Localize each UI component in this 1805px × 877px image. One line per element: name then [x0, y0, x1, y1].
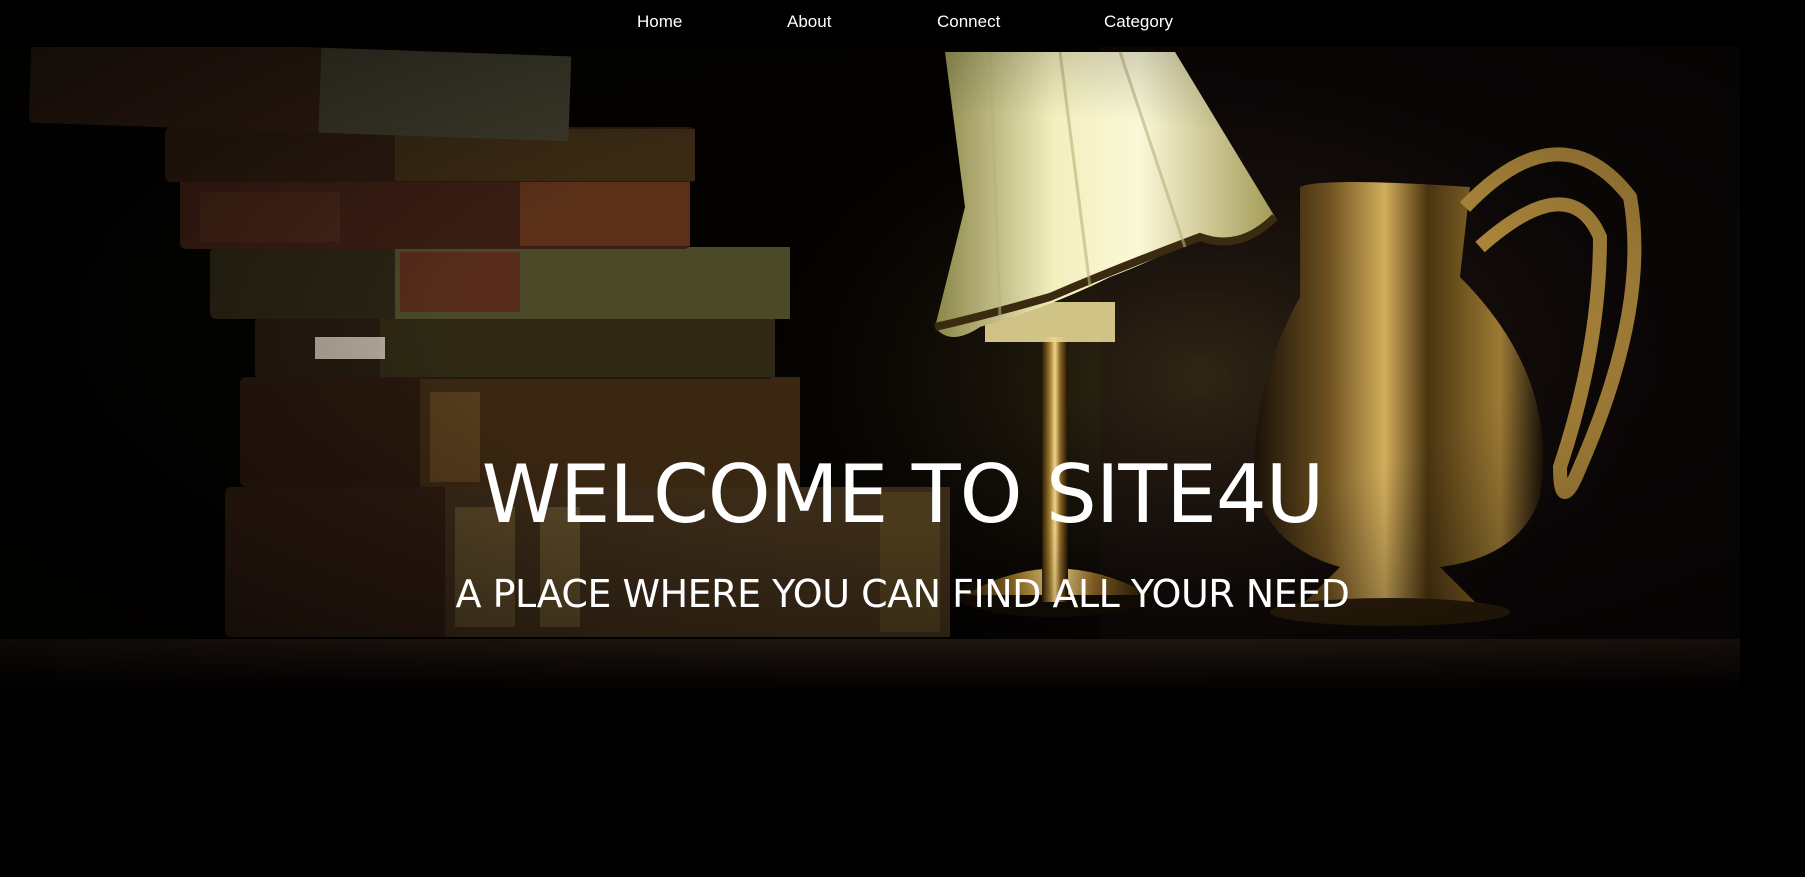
landing-page: Home About Connect Category WELCOME TO S… — [0, 0, 1805, 877]
hero-subtitle: A PLACE WHERE YOU CAN FIND ALL YOUR NEED — [455, 572, 1350, 616]
top-nav: Home About Connect Category — [0, 0, 1805, 47]
hero-title: WELCOME TO SITE4U — [481, 448, 1325, 541]
nav-connect-link[interactable]: Connect — [937, 12, 1000, 32]
nav-about-link[interactable]: About — [787, 12, 831, 32]
hero-background-image — [0, 47, 1805, 737]
nav-home-link[interactable]: Home — [637, 12, 682, 32]
hero-section: WELCOME TO SITE4U A PLACE WHERE YOU CAN … — [0, 47, 1805, 737]
nav-category-link[interactable]: Category — [1104, 12, 1173, 32]
